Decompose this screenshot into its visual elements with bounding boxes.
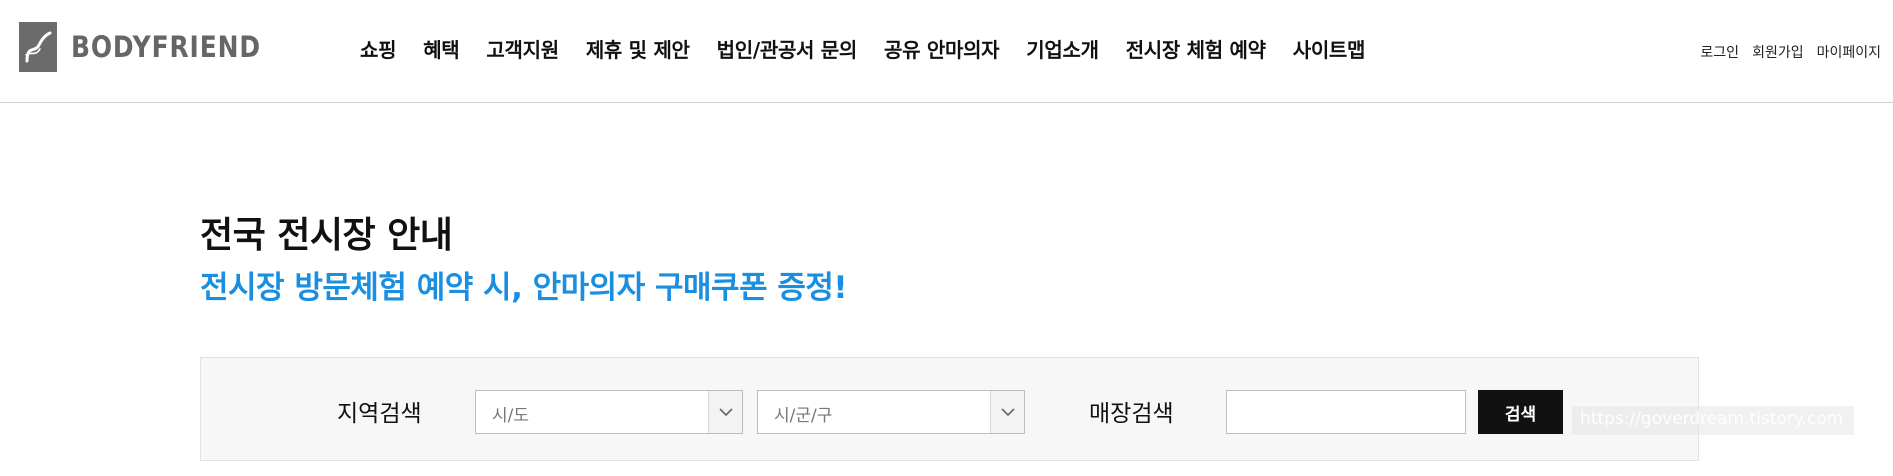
utility-menu: 로그인 회원가입 마이페이지 <box>1687 42 1881 62</box>
district-select-value: 시/군/구 <box>774 406 833 426</box>
chevron-down-icon <box>990 391 1024 433</box>
nav-item-support[interactable]: 고객지원 <box>486 35 559 65</box>
brand-logo[interactable]: BODYFRIEND <box>19 22 292 72</box>
city-select[interactable]: 시/도 <box>475 390 743 434</box>
store-search-input[interactable] <box>1226 390 1466 434</box>
watermark: https://goverdream.tistory.com <box>1572 406 1854 435</box>
bodyfriend-logo-icon <box>19 22 57 72</box>
region-search-label: 지역검색 <box>337 401 422 427</box>
nav-item-benefits[interactable]: 혜택 <box>423 35 460 65</box>
nav-item-showroom-reservation[interactable]: 전시장 체험 예약 <box>1126 35 1266 65</box>
nav-item-partnership[interactable]: 제휴 및 제안 <box>586 35 690 65</box>
site-header: BODYFRIEND 쇼핑 혜택 고객지원 제휴 및 제안 법인/관공서 문의 … <box>0 0 1893 103</box>
nav-item-shared-massage-chair[interactable]: 공유 안마의자 <box>884 35 1000 65</box>
chevron-down-icon <box>708 391 742 433</box>
page-title: 전국 전시장 안내 <box>200 215 453 256</box>
page-subtitle: 전시장 방문체험 예약 시, 안마의자 구매쿠폰 증정! <box>200 270 848 306</box>
nav-item-sitemap[interactable]: 사이트맵 <box>1293 35 1366 65</box>
login-link[interactable]: 로그인 <box>1700 42 1739 62</box>
main-nav: 쇼핑 혜택 고객지원 제휴 및 제안 법인/관공서 문의 공유 안마의자 기업소… <box>360 35 1392 65</box>
signup-link[interactable]: 회원가입 <box>1752 42 1804 62</box>
mypage-link[interactable]: 마이페이지 <box>1817 42 1881 62</box>
brand-name: BODYFRIEND <box>71 30 261 64</box>
showroom-search-panel: 지역검색 시/도 시/군/구 매장검색 검색 <box>200 357 1699 461</box>
search-button[interactable]: 검색 <box>1478 390 1563 434</box>
district-select[interactable]: 시/군/구 <box>757 390 1025 434</box>
nav-item-shopping[interactable]: 쇼핑 <box>360 35 397 65</box>
city-select-value: 시/도 <box>492 406 530 426</box>
nav-item-company[interactable]: 기업소개 <box>1026 35 1099 65</box>
nav-item-corporate-inquiry[interactable]: 법인/관공서 문의 <box>717 35 858 65</box>
store-search-label: 매장검색 <box>1089 401 1174 427</box>
